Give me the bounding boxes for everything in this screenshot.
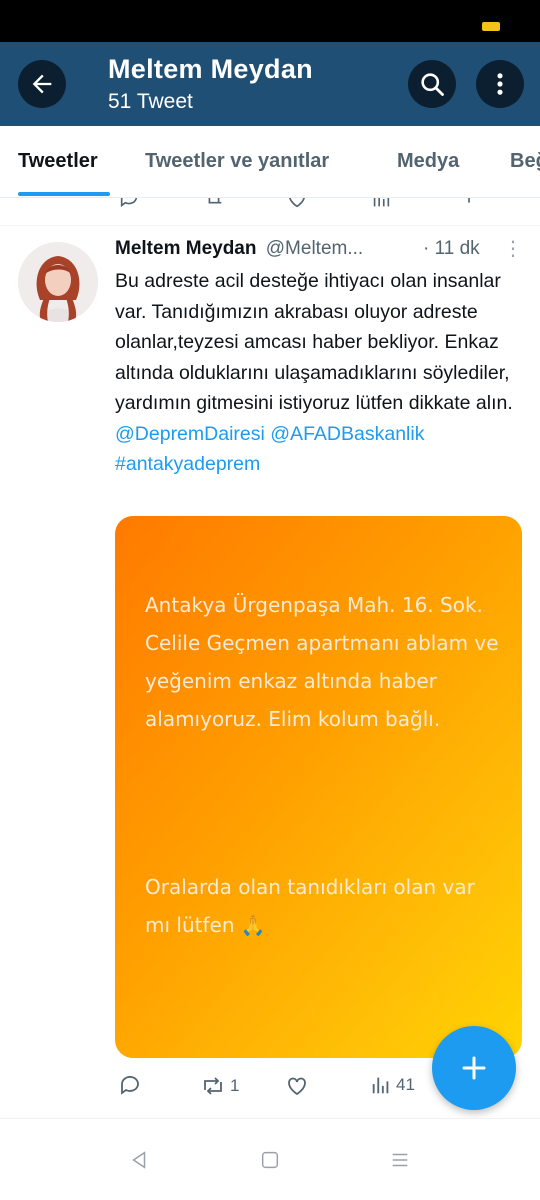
search-button[interactable]	[408, 60, 456, 108]
reply-icon[interactable]	[118, 198, 140, 210]
author-handle[interactable]: @Meltem...	[266, 238, 363, 259]
tweet[interactable]: Meltem Meydan @Meltem... · 11 dk ⋮ Bu ad…	[0, 226, 540, 1116]
heart-icon[interactable]	[286, 198, 308, 210]
tweet-header: Meltem Meydan @Meltem... · 11 dk ⋮	[115, 238, 525, 260]
tweet-menu-icon[interactable]: ⋮	[503, 236, 523, 261]
views-icon	[372, 1077, 389, 1094]
compose-tweet-button[interactable]	[432, 1026, 516, 1110]
avatar-image	[18, 242, 98, 322]
views-count: 41	[396, 1075, 415, 1094]
tweet-time: · 11 dk	[423, 238, 480, 259]
previous-tweet-actions	[0, 198, 540, 226]
status-bar	[0, 0, 540, 42]
profile-header: Meltem Meydan 51 Tweet	[0, 42, 540, 126]
system-navigation-bar	[0, 1118, 540, 1200]
tweet-body: Bu adreste acil desteğe ihtiyacı olan in…	[115, 270, 513, 414]
retweet-count: 1	[230, 1076, 240, 1095]
profile-name: Meltem Meydan	[108, 54, 313, 84]
arrow-left-icon	[32, 74, 52, 94]
retweet-button[interactable]: 1	[200, 1074, 239, 1098]
tweet-media-image[interactable]: Antakya Ürgenpaşa Mah. 16. Sok. Celile G…	[115, 516, 522, 1058]
tweet-count: 51 Tweet	[108, 90, 193, 113]
avatar[interactable]	[18, 242, 98, 322]
like-button[interactable]	[285, 1074, 313, 1098]
nav-recents-button[interactable]	[385, 1145, 415, 1175]
tab-likes[interactable]: Beğeni	[510, 150, 540, 173]
reply-icon	[121, 1076, 139, 1095]
tab-tweets[interactable]: Tweetler	[18, 150, 98, 173]
plus-icon	[462, 1056, 486, 1080]
tweet-text: Bu adreste acil desteğe ihtiyacı olan in…	[115, 266, 525, 480]
tab-tweets-and-replies[interactable]: Tweetler ve yanıtlar	[145, 150, 329, 173]
hashtag-antakyadeprem[interactable]: #antakyadeprem	[115, 453, 260, 475]
tab-media[interactable]: Medya	[397, 150, 459, 173]
triangle-back-icon	[132, 1151, 146, 1169]
back-button[interactable]	[18, 60, 66, 108]
retweet-icon	[204, 1077, 222, 1095]
nav-home-button[interactable]	[255, 1145, 285, 1175]
author-name[interactable]: Meltem Meydan	[115, 238, 256, 259]
more-vertical-icon	[497, 73, 503, 95]
search-icon	[421, 73, 444, 96]
more-button[interactable]	[476, 60, 524, 108]
media-text-request: Oralarda olan tanıdıkları olan var mı lü…	[145, 875, 475, 937]
heart-icon	[288, 1077, 306, 1096]
battery-icon	[482, 22, 500, 31]
mention-afad[interactable]: @AFADBaskanlik	[270, 423, 424, 445]
views-icon[interactable]	[370, 198, 392, 210]
mention-deprem-dairesi[interactable]: @DepremDairesi	[115, 423, 265, 445]
nav-back-button[interactable]	[124, 1145, 154, 1175]
reply-button[interactable]	[118, 1074, 146, 1098]
square-home-icon	[261, 1151, 279, 1169]
media-text-address: Antakya Ürgenpaşa Mah. 16. Sok. Celile G…	[145, 593, 499, 731]
active-tab-indicator	[18, 192, 110, 196]
menu-recents-icon	[392, 1153, 408, 1167]
views-button[interactable]: 41	[370, 1074, 415, 1096]
share-icon[interactable]	[458, 198, 480, 210]
retweet-icon[interactable]	[203, 198, 225, 210]
profile-tabs: Tweetler Tweetler ve yanıtlar Medya Beğe…	[0, 126, 540, 198]
